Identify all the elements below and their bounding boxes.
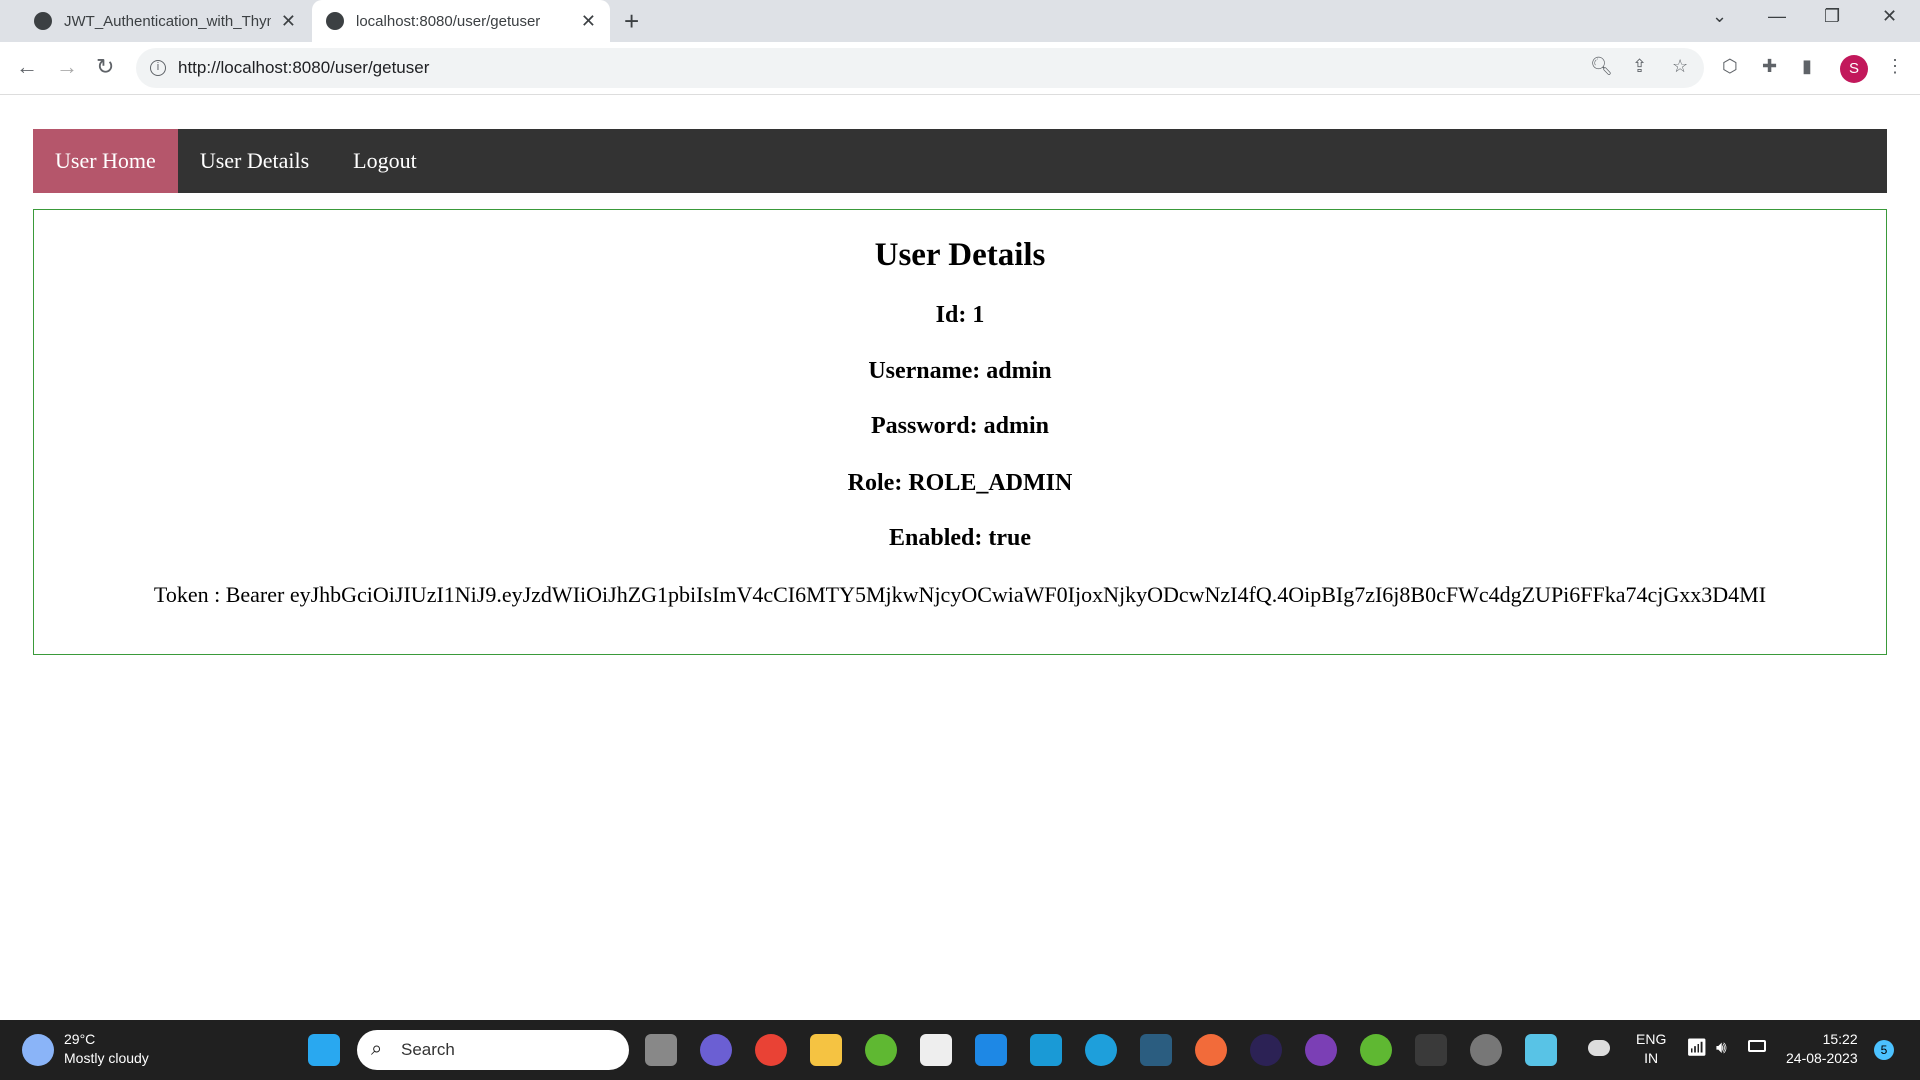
user-enabled: Enabled: true [888, 525, 1031, 551]
user-token: Token : Bearer eyJhbGciOiJIUzI1NiJ9.eyJz… [153, 582, 1767, 607]
url-text: http://localhost:8080/user/getuser [178, 58, 430, 77]
side-panel-icon[interactable]: ▮ [1802, 56, 1812, 77]
terminal-icon[interactable] [1415, 1034, 1447, 1066]
search-placeholder: Search [401, 1040, 455, 1059]
taskbar-search[interactable]: ⌕ Search [357, 1030, 629, 1070]
close-tab-icon[interactable]: ✕ [581, 11, 596, 32]
menu-kebab-icon[interactable]: ⋮ [1886, 56, 1904, 77]
extensions-puzzle-icon[interactable]: ✚ [1762, 56, 1777, 77]
start-windows-icon[interactable] [308, 1034, 340, 1066]
tab-search-icon[interactable]: ⌄ [1712, 6, 1727, 27]
taskbar: 29°C Mostly cloudy ⌕ Search ENG IN 📶︎ 🔊︎… [0, 1020, 1920, 1080]
notepad-icon[interactable] [1525, 1034, 1557, 1066]
page-title: User Details [874, 237, 1046, 273]
wifi-icon[interactable]: 📶︎ [1686, 1038, 1708, 1058]
user-role: Role: ROLE_ADMIN [847, 470, 1073, 496]
tab-strip: JWT_Authentication_with_Thymeleaf ✕ loca… [0, 0, 1920, 42]
user-password: Password: admin [870, 413, 1050, 439]
tab-title: JWT_Authentication_with_Thymeleaf [64, 12, 271, 30]
weather-temp: 29°C [64, 1031, 96, 1047]
weather-icon[interactable] [22, 1034, 54, 1066]
battery-icon[interactable] [1748, 1040, 1766, 1052]
share-icon[interactable]: ⇪ [1632, 56, 1647, 77]
mysql-workbench-icon[interactable] [1140, 1034, 1172, 1066]
file-explorer-icon[interactable] [810, 1034, 842, 1066]
extension-shield-icon[interactable]: ⬡ [1722, 56, 1738, 77]
myhp-icon[interactable] [1030, 1034, 1062, 1066]
toolbar: ← → ↻ i http://localhost:8080/user/getus… [0, 42, 1920, 95]
reload-icon[interactable]: ↻ [96, 54, 114, 80]
user-id: Id: 1 [935, 302, 985, 328]
nav-user-details[interactable]: User Details [178, 129, 331, 193]
close-tab-icon[interactable]: ✕ [281, 11, 296, 32]
info-icon[interactable]: i [150, 60, 166, 76]
clock[interactable]: 15:22 24-08-2023 [1786, 1030, 1858, 1068]
language-indicator[interactable]: ENG IN [1636, 1030, 1666, 1068]
vscode-icon[interactable] [975, 1034, 1007, 1066]
minimize-icon[interactable]: — [1768, 6, 1786, 27]
lang-region: IN [1644, 1050, 1659, 1066]
onedrive-cloud-icon[interactable] [1588, 1040, 1610, 1056]
github-icon [34, 12, 52, 30]
ms-store-icon[interactable] [920, 1034, 952, 1066]
weather-widget[interactable]: 29°C Mostly cloudy [64, 1030, 149, 1068]
postman-icon[interactable] [1195, 1034, 1227, 1066]
clock-date: 24-08-2023 [1786, 1050, 1858, 1066]
search-icon: ⌕ [371, 1038, 383, 1060]
task-view-icon[interactable] [645, 1034, 677, 1066]
forward-icon[interactable]: → [56, 54, 78, 80]
spring-tool-icon-2[interactable] [1360, 1034, 1392, 1066]
tab-github[interactable]: JWT_Authentication_with_Thymeleaf ✕ [20, 0, 310, 42]
user-details-panel: User Details Id: 1 Username: admin Passw… [33, 209, 1887, 655]
address-bar[interactable]: i http://localhost:8080/user/getuser [136, 48, 1704, 88]
user-username: Username: admin [868, 358, 1052, 384]
new-tab-icon[interactable]: + [624, 6, 639, 37]
tab-getuser[interactable]: localhost:8080/user/getuser ✕ [312, 0, 610, 42]
spring-tool-icon[interactable] [865, 1034, 897, 1066]
edge-icon[interactable] [1085, 1034, 1117, 1066]
zoom-icon[interactable]: 🔍︎ [1590, 56, 1613, 77]
github-desktop-icon[interactable] [1305, 1034, 1337, 1066]
clock-time: 15:22 [1822, 1031, 1858, 1047]
eclipse-icon[interactable] [1250, 1034, 1282, 1066]
tab-title: localhost:8080/user/getuser [356, 12, 541, 30]
nav-logout[interactable]: Logout [331, 129, 439, 193]
globe-icon [326, 12, 344, 30]
weather-desc: Mostly cloudy [64, 1050, 149, 1066]
notification-badge[interactable]: 5 [1874, 1040, 1894, 1060]
lang-primary: ENG [1636, 1031, 1667, 1047]
settings-gear-icon[interactable] [1470, 1034, 1502, 1066]
restore-icon[interactable]: ❐ [1824, 6, 1840, 27]
back-icon[interactable]: ← [16, 54, 38, 80]
chrome-icon[interactable] [755, 1034, 787, 1066]
volume-icon[interactable]: 🔊︎ [1716, 1038, 1727, 1058]
bookmark-star-icon[interactable]: ☆ [1672, 56, 1688, 77]
navbar: User Home User Details Logout [33, 129, 1887, 193]
avatar[interactable]: S [1840, 55, 1868, 83]
nav-user-home[interactable]: User Home [33, 129, 178, 193]
teams-chat-icon[interactable] [700, 1034, 732, 1066]
close-window-icon[interactable]: ✕ [1882, 6, 1897, 27]
